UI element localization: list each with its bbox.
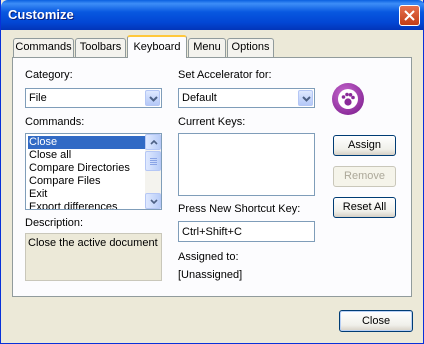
category-value: File [29, 92, 47, 104]
grip-line [150, 162, 157, 163]
commands-listbox[interactable]: Close Close all Compare Directories Comp… [25, 133, 162, 210]
remove-button-label: Remove [344, 170, 385, 182]
window-close-button[interactable] [399, 5, 420, 26]
shortcut-key-input[interactable]: Ctrl+Shift+C [178, 221, 315, 242]
list-item[interactable]: Exit [28, 188, 146, 201]
title-bar[interactable]: Customize [1, 0, 424, 30]
scroll-up-button[interactable] [145, 134, 161, 150]
category-dropdown-button[interactable] [145, 90, 160, 106]
tab-options[interactable]: Options [227, 38, 274, 57]
description-box: Close the active document [25, 233, 162, 281]
assign-button-label: Assign [347, 139, 382, 151]
description-label: Description: [25, 217, 84, 229]
reset-all-button[interactable]: Reset All [333, 197, 396, 218]
grip-line [150, 164, 157, 165]
chevron-down-icon [150, 199, 158, 204]
chevron-down-icon [302, 96, 311, 102]
paw-print-icon [332, 83, 364, 115]
tab-menu[interactable]: Menu [188, 38, 226, 57]
assigned-to-value: [Unassigned] [178, 269, 243, 281]
tab-label: Commands [15, 41, 72, 53]
list-item[interactable]: Close [28, 136, 146, 149]
close-icon [404, 10, 415, 21]
grip-line [150, 158, 157, 159]
commands-scrollbar[interactable] [145, 134, 161, 209]
assigned-to-label: Assigned to: [178, 251, 239, 263]
commands-label: Commands: [25, 116, 85, 128]
current-keys-label: Current Keys: [178, 116, 246, 128]
category-label: Category: [25, 69, 73, 81]
tab-label: Menu [193, 41, 221, 53]
reset-all-button-label: Reset All [342, 201, 387, 213]
shortcut-value: Ctrl+Shift+C [182, 226, 242, 238]
accelerator-value: Default [182, 92, 217, 104]
customize-dialog: Customize Commands Toolbars Keyboard Men… [0, 0, 424, 344]
tab-label: Toolbars [79, 41, 122, 53]
close-button[interactable]: Close [339, 310, 413, 332]
grip-line [150, 160, 157, 161]
scroll-down-button[interactable] [145, 193, 161, 209]
current-keys-listbox[interactable] [178, 133, 315, 196]
list-item[interactable]: Close all [28, 149, 146, 162]
shortcut-label: Press New Shortcut Key: [178, 203, 301, 215]
close-button-label: Close [361, 315, 391, 327]
remove-button[interactable]: Remove [333, 166, 396, 187]
window-title: Customize [8, 7, 74, 22]
accelerator-label: Set Accelerator for: [178, 69, 272, 81]
tab-label: Keyboard [133, 41, 181, 53]
tab-label: Options [231, 41, 270, 53]
description-text: Close the active document [28, 237, 158, 249]
list-item[interactable]: Export differences [28, 201, 146, 209]
tab-toolbars[interactable]: Toolbars [75, 38, 126, 57]
chevron-up-icon [150, 140, 158, 145]
category-select[interactable]: File [25, 88, 162, 108]
scroll-thumb[interactable] [145, 151, 161, 171]
list-item[interactable]: Compare Files [28, 175, 146, 188]
tab-keyboard[interactable]: Keyboard [127, 35, 187, 58]
accelerator-dropdown-button[interactable] [298, 90, 313, 106]
tab-commands[interactable]: Commands [13, 38, 74, 57]
list-item[interactable]: Compare Directories [28, 162, 146, 175]
assign-button[interactable]: Assign [333, 135, 396, 156]
accelerator-select[interactable]: Default [178, 88, 315, 108]
chevron-down-icon [149, 96, 158, 102]
